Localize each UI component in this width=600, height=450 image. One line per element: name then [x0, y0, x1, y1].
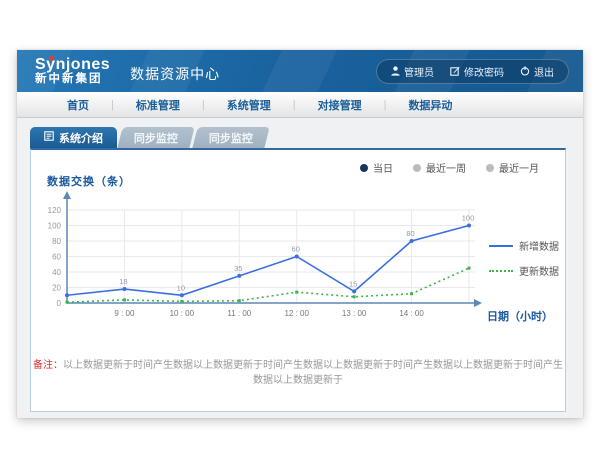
tab-label: 系统介绍 [59, 130, 103, 146]
chart-legend: 新增数据 更新数据 [489, 238, 559, 278]
legend-item-updated-data: 更新数据 [489, 263, 559, 278]
y-axis-title: 数据交换（条） [47, 173, 131, 189]
svg-text:80: 80 [52, 237, 61, 246]
filter-last-week-label: 最近一周 [426, 160, 466, 175]
footnote: 备注：以上数据更新于时间产生数据以上数据更新于时间产生数据以上数据更新于时间产生… [31, 356, 565, 386]
legend-label: 更新数据 [519, 263, 559, 278]
svg-text:100: 100 [48, 222, 62, 231]
logout-button[interactable]: 退出 [520, 64, 554, 79]
time-range-filters: 当日 最近一周 最近一月 [360, 160, 539, 175]
logout-label: 退出 [534, 64, 554, 79]
app-window: Synjones 新中新集团 数据资源中心 管理员 修改密码 退出 [17, 50, 583, 418]
chart-panel: 当日 最近一周 最近一月 数据交换（条） 0 20 40 60 80 100 120 9 : … [30, 148, 566, 412]
svg-text:11 : 00: 11 : 00 [227, 309, 251, 318]
filter-last-month[interactable]: 最近一月 [486, 160, 539, 175]
svg-text:15: 15 [349, 279, 357, 288]
admin-user-label: 管理员 [404, 64, 434, 79]
line-chart-svg: 0 20 40 60 80 100 120 9 : 00 10 : 00 11 : 00 12 : … [39, 190, 487, 340]
filter-today-label: 当日 [373, 160, 393, 175]
solid-line-icon [489, 245, 513, 247]
nav-item-data-change[interactable]: 数据异动 [386, 97, 474, 113]
svg-text:100: 100 [462, 214, 475, 223]
nav-item-standard-mgmt[interactable]: 标准管理 [114, 97, 202, 113]
nav-item-interface-mgmt[interactable]: 对接管理 [296, 97, 384, 113]
dotted-line-icon [489, 270, 513, 272]
radio-unselected-icon [486, 164, 494, 172]
radio-selected-icon [360, 164, 368, 172]
filter-last-week[interactable]: 最近一周 [413, 160, 466, 175]
tab-sync-monitor-1[interactable]: 同步监控 [117, 127, 194, 148]
user-icon [391, 66, 400, 76]
page-title: 数据资源中心 [130, 64, 220, 84]
svg-text:10 : 00: 10 : 00 [170, 309, 195, 318]
power-icon [520, 66, 530, 76]
svg-text:35: 35 [234, 264, 242, 273]
logo-chinese-name: 新中新集团 [35, 73, 110, 85]
document-icon [44, 131, 54, 144]
svg-text:60: 60 [52, 253, 61, 262]
svg-text:60: 60 [292, 245, 300, 254]
x-axis-title: 日期（小时） [487, 308, 553, 324]
change-password-button[interactable]: 修改密码 [450, 64, 504, 79]
nav-item-system-mgmt[interactable]: 系统管理 [205, 97, 293, 113]
svg-text:40: 40 [52, 268, 61, 277]
tab-label: 同步监控 [134, 130, 178, 146]
legend-label: 新增数据 [519, 238, 559, 253]
legend-item-new-data: 新增数据 [489, 238, 559, 253]
admin-user-button[interactable]: 管理员 [391, 64, 434, 79]
svg-text:80: 80 [406, 229, 414, 238]
tab-bar: 系统介绍 同步监控 同步监控 [30, 127, 267, 148]
svg-text:18: 18 [119, 277, 127, 286]
content-area: 系统介绍 同步监控 同步监控 当日 最近一周 [17, 118, 583, 418]
svg-text:13 : 00: 13 : 00 [342, 309, 367, 318]
user-menu: 管理员 修改密码 退出 [376, 59, 569, 84]
svg-text:0: 0 [57, 299, 62, 308]
nav-item-home[interactable]: 首页 [45, 97, 111, 113]
footnote-text: 以上数据更新于时间产生数据以上数据更新于时间产生数据以上数据更新于时间产生数据以… [63, 360, 563, 386]
svg-text:12 : 00: 12 : 00 [284, 309, 309, 318]
change-password-label: 修改密码 [464, 64, 504, 79]
tab-system-intro[interactable]: 系统介绍 [30, 127, 117, 148]
main-nav: 首页 | 标准管理 | 系统管理 | 对接管理 | 数据异动 [17, 92, 583, 118]
footnote-prefix: 备注： [33, 360, 63, 371]
edit-icon [450, 66, 460, 76]
line-chart: 0 20 40 60 80 100 120 9 : 00 10 : 00 11 : 00 12 : … [39, 190, 487, 345]
tab-sync-monitor-2[interactable]: 同步监控 [192, 127, 269, 148]
tab-label: 同步监控 [209, 130, 253, 146]
svg-text:10: 10 [177, 283, 185, 292]
svg-text:9 : 00: 9 : 00 [114, 309, 135, 318]
filter-last-month-label: 最近一月 [499, 160, 539, 175]
svg-text:14 : 00: 14 : 00 [399, 309, 424, 318]
filter-today[interactable]: 当日 [360, 160, 393, 175]
logo-latin-name: Synjones [35, 57, 110, 74]
svg-text:120: 120 [48, 206, 62, 215]
svg-text:20: 20 [52, 284, 61, 293]
radio-unselected-icon [413, 164, 421, 172]
company-logo: Synjones 新中新集团 [35, 57, 110, 86]
logo-red-dot-icon [49, 56, 54, 61]
app-header: Synjones 新中新集团 数据资源中心 管理员 修改密码 退出 [17, 50, 583, 92]
